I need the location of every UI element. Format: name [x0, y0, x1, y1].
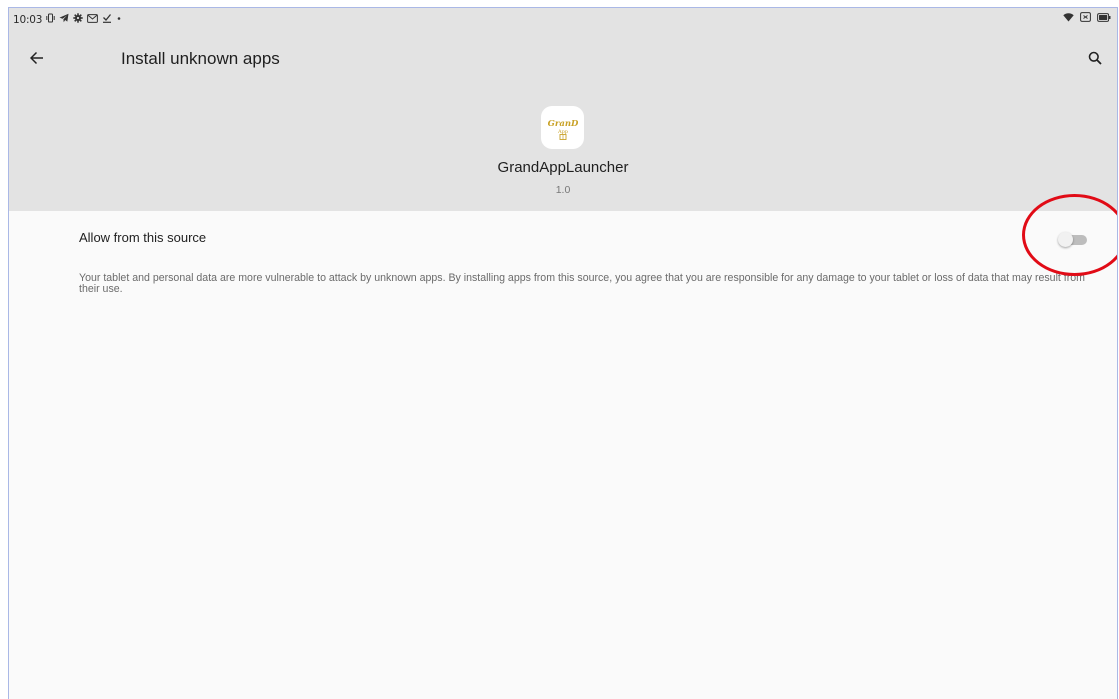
logo-text: GranD: [548, 119, 578, 129]
allow-from-source-label: Allow from this source: [79, 230, 207, 245]
page-title: Install unknown apps: [121, 49, 280, 68]
battery-icon: [1097, 12, 1111, 25]
header-panel: 10:03 Install unknown apps GranD App Gra…: [9, 8, 1117, 211]
vibrate-icon: [46, 13, 55, 26]
allow-from-source-row[interactable]: Allow from this source: [9, 211, 1117, 261]
gmail-icon: [87, 13, 99, 26]
status-right: [1063, 12, 1111, 25]
download-done-icon: [102, 13, 112, 26]
search-button[interactable]: [1081, 46, 1109, 74]
back-button[interactable]: [23, 46, 51, 74]
switch-thumb: [1058, 232, 1073, 247]
battery-saver-icon: [1080, 12, 1091, 25]
search-icon: [1088, 51, 1102, 70]
grandapp-logo: GranD App: [548, 119, 578, 140]
status-bar: 10:03: [9, 8, 1117, 30]
telegram-icon: [59, 13, 69, 26]
settings-icon: [73, 13, 83, 26]
wifi-icon: [1063, 12, 1074, 25]
app-icon: GranD App: [541, 106, 584, 149]
app-name: GrandAppLauncher: [497, 159, 629, 176]
status-left: 10:03: [13, 13, 122, 26]
status-time: 10:03: [13, 13, 43, 26]
app-version: 1.0: [555, 184, 571, 196]
arrow-back-icon: [29, 51, 44, 70]
settings-window: 10:03 Install unknown apps GranD App Gra…: [8, 7, 1118, 699]
dot-icon: [116, 13, 122, 26]
app-bar: Install unknown apps: [9, 40, 1117, 80]
security-warning-text: Your tablet and personal data are more v…: [79, 272, 1085, 295]
allow-from-source-switch[interactable]: [1058, 232, 1087, 247]
